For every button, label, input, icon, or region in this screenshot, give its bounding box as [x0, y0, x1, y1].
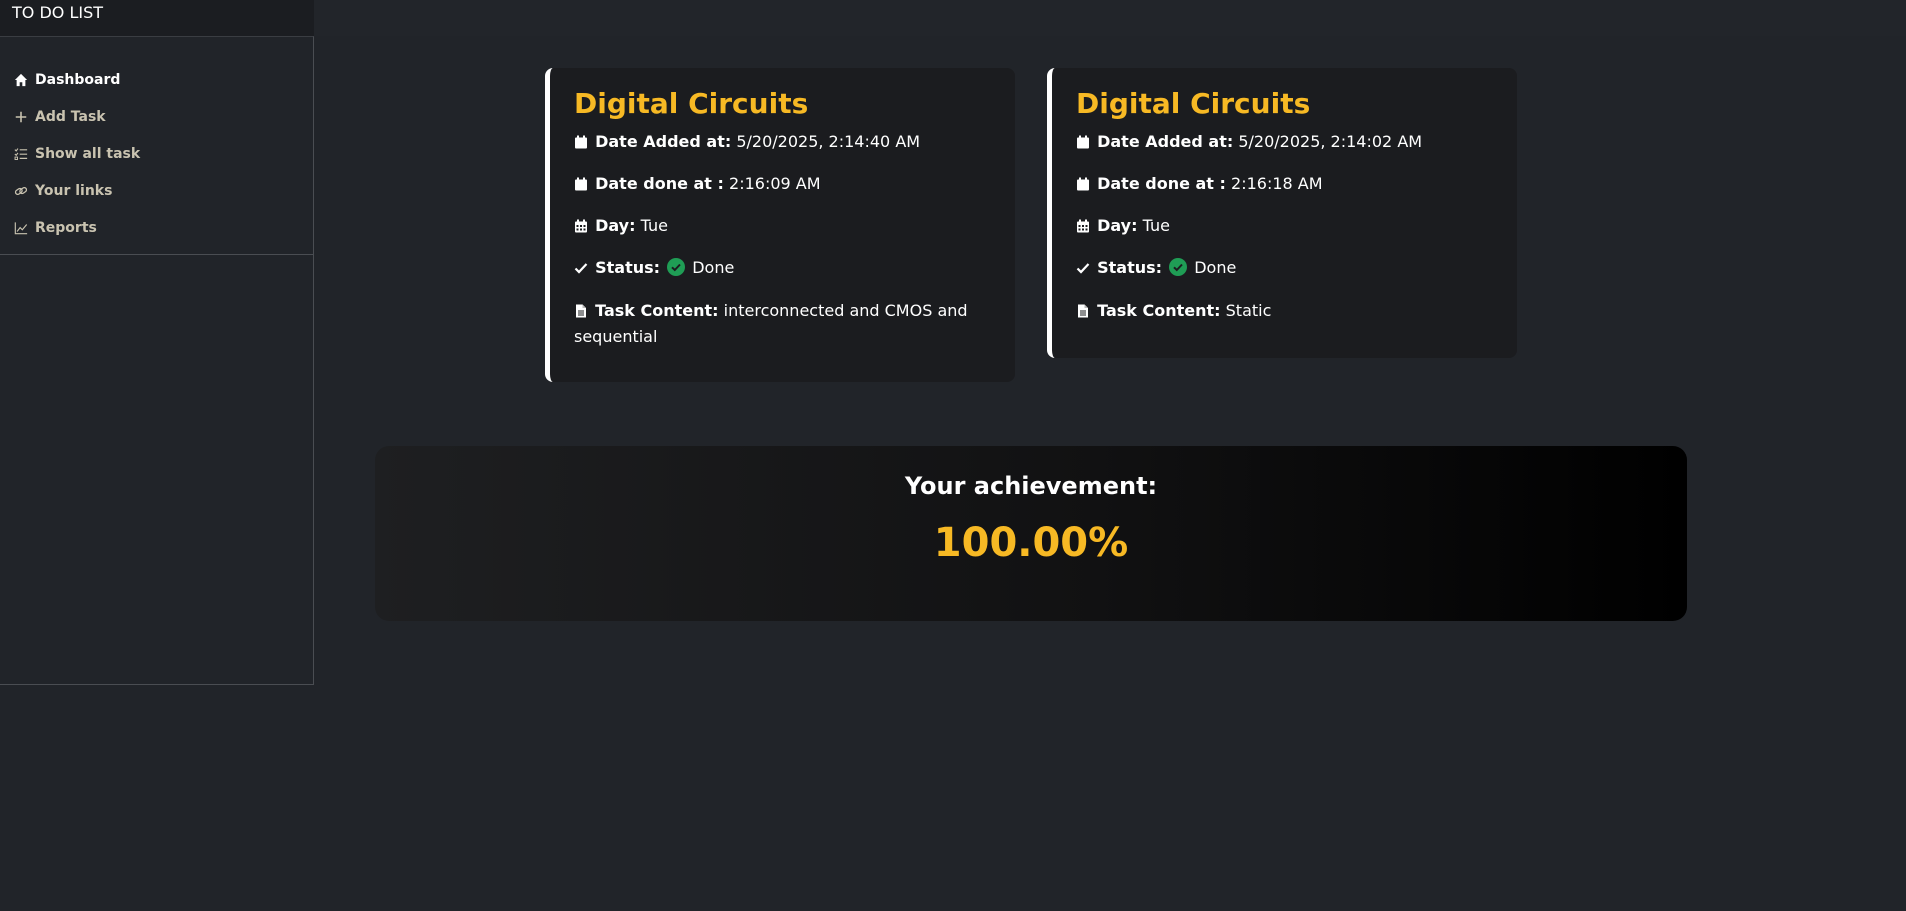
- sidebar-item-label: Your links: [35, 182, 113, 199]
- file-icon: [574, 301, 590, 325]
- date-done-label: Date done at :: [595, 174, 724, 193]
- achievement-panel: Your achievement: 100.00%: [375, 446, 1687, 621]
- chart-line-icon: [13, 220, 29, 236]
- sidebar-item-your-links[interactable]: Your links: [0, 172, 313, 209]
- sidebar-item-label: Add Task: [35, 108, 106, 125]
- calendar-icon: [574, 132, 590, 156]
- day-field: Day: Tue: [574, 214, 993, 240]
- sidebar-nav: Dashboard Add Task Show all task Your li…: [0, 37, 313, 255]
- task-content-label: Task Content:: [1097, 301, 1221, 320]
- check-icon: [574, 258, 590, 282]
- date-added-field: Date Added at: 5/20/2025, 2:14:40 AM: [574, 130, 993, 156]
- date-added-value: 5/20/2025, 2:14:02 AM: [1238, 132, 1423, 151]
- day-field: Day: Tue: [1076, 214, 1495, 240]
- sidebar-item-label: Show all task: [35, 145, 141, 162]
- status-field: Status: Done: [1076, 256, 1495, 283]
- sidebar-item-add-task[interactable]: Add Task: [0, 98, 313, 135]
- task-title: Digital Circuits: [574, 87, 809, 120]
- check-circle-icon: [667, 258, 686, 283]
- achievement-value: 100.00%: [933, 520, 1129, 566]
- task-title: Digital Circuits: [1076, 87, 1311, 120]
- sidebar-item-label: Reports: [35, 219, 97, 236]
- date-done-value: 2:16:09 AM: [729, 174, 821, 193]
- date-done-value: 2:16:18 AM: [1231, 174, 1323, 193]
- list-check-icon: [13, 146, 29, 162]
- sidebar-item-reports[interactable]: Reports: [0, 209, 313, 246]
- calendar-icon: [1076, 132, 1092, 156]
- day-value: Tue: [640, 216, 668, 235]
- date-added-label: Date Added at:: [1097, 132, 1234, 151]
- date-added-field: Date Added at: 5/20/2025, 2:14:02 AM: [1076, 130, 1495, 156]
- day-label: Day:: [1097, 216, 1138, 235]
- status-label: Status:: [595, 258, 661, 277]
- app-brand[interactable]: TO DO LIST: [0, 0, 314, 36]
- date-added-label: Date Added at:: [595, 132, 732, 151]
- file-icon: [1076, 301, 1092, 325]
- sidebar: Dashboard Add Task Show all task Your li…: [0, 36, 314, 685]
- calendar-icon: [1076, 174, 1092, 198]
- task-content-field: Task Content: Static: [1076, 299, 1495, 325]
- check-circle-icon: [1169, 258, 1188, 283]
- task-card: Digital Circuits Date Added at: 5/20/202…: [1047, 68, 1517, 358]
- task-card: Digital Circuits Date Added at: 5/20/202…: [545, 68, 1015, 382]
- top-bar: TO DO LIST: [0, 0, 1906, 36]
- sidebar-item-label: Dashboard: [35, 71, 121, 88]
- sidebar-item-dashboard[interactable]: Dashboard: [0, 61, 313, 98]
- achievement-label: Your achievement:: [904, 472, 1158, 500]
- date-added-value: 5/20/2025, 2:14:40 AM: [736, 132, 921, 151]
- status-label: Status:: [1097, 258, 1163, 277]
- status-field: Status: Done: [574, 256, 993, 283]
- calendar-days-icon: [574, 216, 590, 240]
- home-icon: [13, 72, 29, 88]
- task-content-field: Task Content: interconnected and CMOS an…: [574, 299, 993, 349]
- sidebar-item-show-all-task[interactable]: Show all task: [0, 135, 313, 172]
- day-label: Day:: [595, 216, 636, 235]
- calendar-icon: [574, 174, 590, 198]
- task-content-label: Task Content:: [595, 301, 719, 320]
- calendar-days-icon: [1076, 216, 1092, 240]
- plus-icon: [13, 109, 29, 125]
- date-done-label: Date done at :: [1097, 174, 1226, 193]
- date-done-field: Date done at : 2:16:18 AM: [1076, 172, 1495, 198]
- check-icon: [1076, 258, 1092, 282]
- link-icon: [13, 183, 29, 199]
- day-value: Tue: [1142, 216, 1170, 235]
- date-done-field: Date done at : 2:16:09 AM: [574, 172, 993, 198]
- status-value: Done: [692, 258, 735, 277]
- status-value: Done: [1194, 258, 1237, 277]
- task-content-value: Static: [1225, 301, 1272, 320]
